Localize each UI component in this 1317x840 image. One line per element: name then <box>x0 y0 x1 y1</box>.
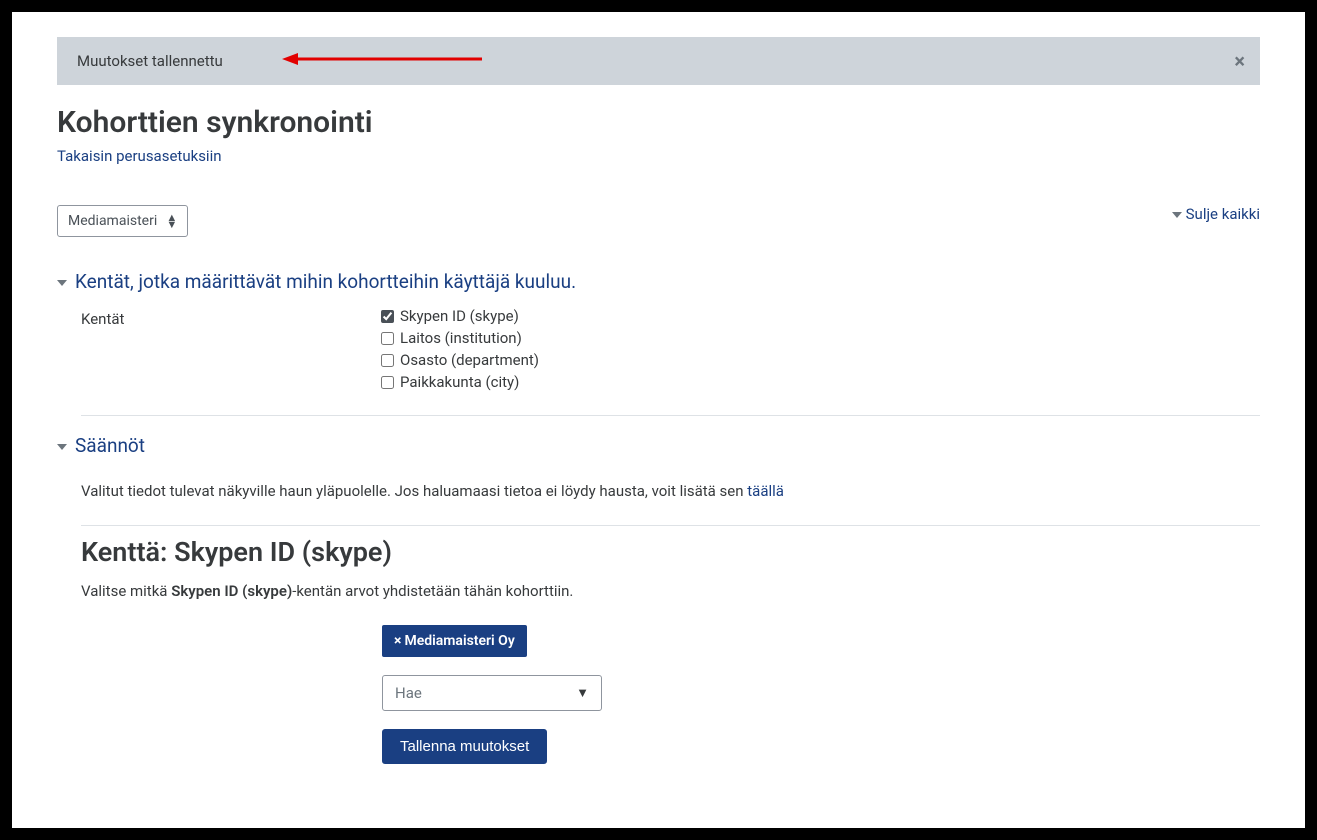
tag-area: ×Mediamaisteri Oy Hae ▼ Tallenna muutoks… <box>382 625 1260 764</box>
alert-success: Muutokset tallennettu × <box>57 37 1260 85</box>
chevron-down-icon <box>57 280 67 286</box>
separator <box>81 415 1260 416</box>
page-title: Kohorttien synkronointi <box>57 105 1260 140</box>
save-button[interactable]: Tallenna muutokset <box>382 729 547 764</box>
checkbox-option: Skypen ID (skype) <box>381 307 1260 325</box>
page-container: Muutokset tallennettu × Kohorttien synkr… <box>12 12 1305 828</box>
tag-remove-icon: × <box>394 633 401 649</box>
annotation-arrow <box>282 51 482 67</box>
category-select[interactable]: Mediamaisteri ▲▼ <box>57 205 188 237</box>
selected-value-tag[interactable]: ×Mediamaisteri Oy <box>382 625 527 657</box>
collapse-all-label: Sulje kaikki <box>1186 205 1260 223</box>
field-desc-bold: Skypen ID (skype) <box>171 582 292 600</box>
field-title: Kenttä: Skypen ID (skype) <box>81 536 1260 568</box>
fields-label: Kentät <box>81 307 381 395</box>
checkbox-label: Laitos (institution) <box>400 329 522 347</box>
field-checkbox[interactable] <box>381 376 394 389</box>
checkbox-label: Skypen ID (skype) <box>400 307 519 325</box>
field-checkbox[interactable] <box>381 310 394 323</box>
section-fields-header[interactable]: Kentät, jotka määrittävät mihin kohortte… <box>57 270 1260 293</box>
rules-info-link[interactable]: täällä <box>747 482 784 500</box>
chevron-down-icon <box>57 444 67 450</box>
back-link[interactable]: Takaisin perusasetuksiin <box>57 147 222 165</box>
field-description: Valitse mitkä Skypen ID (skype)-kentän a… <box>81 582 1260 600</box>
fields-checkbox-list: Skypen ID (skype) Laitos (institution) Osa… <box>381 307 1260 395</box>
field-desc-prefix: Valitse mitkä <box>81 582 171 600</box>
section-rules-title: Säännöt <box>75 434 145 457</box>
field-checkbox[interactable] <box>381 354 394 367</box>
field-desc-suffix: -kentän arvot yhdistetään tähän kohortti… <box>292 582 573 600</box>
search-placeholder: Hae <box>395 684 422 702</box>
triangle-down-icon: ▼ <box>576 685 589 701</box>
tag-label: Mediamaisteri Oy <box>404 633 514 649</box>
section-rules-header[interactable]: Säännöt <box>57 434 1260 457</box>
checkbox-option: Osasto (department) <box>381 351 1260 369</box>
alert-message: Muutokset tallennettu <box>77 52 223 70</box>
checkbox-option: Paikkakunta (city) <box>381 373 1260 391</box>
checkbox-label: Paikkakunta (city) <box>400 373 519 391</box>
rules-info-text: Valitut tiedot tulevat näkyville haun yl… <box>81 482 1260 500</box>
fields-row: Kentät Skypen ID (skype) Laitos (institut… <box>81 307 1260 395</box>
checkbox-label: Osasto (department) <box>400 351 539 369</box>
chevron-down-icon <box>1172 212 1182 218</box>
alert-close-button[interactable]: × <box>1234 51 1245 71</box>
separator <box>81 525 1260 526</box>
rules-info-prefix: Valitut tiedot tulevat näkyville haun yl… <box>81 482 747 500</box>
select-updown-icon: ▲▼ <box>166 214 177 228</box>
field-checkbox[interactable] <box>381 332 394 345</box>
category-select-value: Mediamaisteri <box>68 213 157 229</box>
collapse-all-link[interactable]: Sulje kaikki <box>1172 205 1260 223</box>
checkbox-option: Laitos (institution) <box>381 329 1260 347</box>
section-fields-title: Kentät, jotka määrittävät mihin kohortte… <box>75 270 576 293</box>
search-select[interactable]: Hae ▼ <box>382 675 602 711</box>
